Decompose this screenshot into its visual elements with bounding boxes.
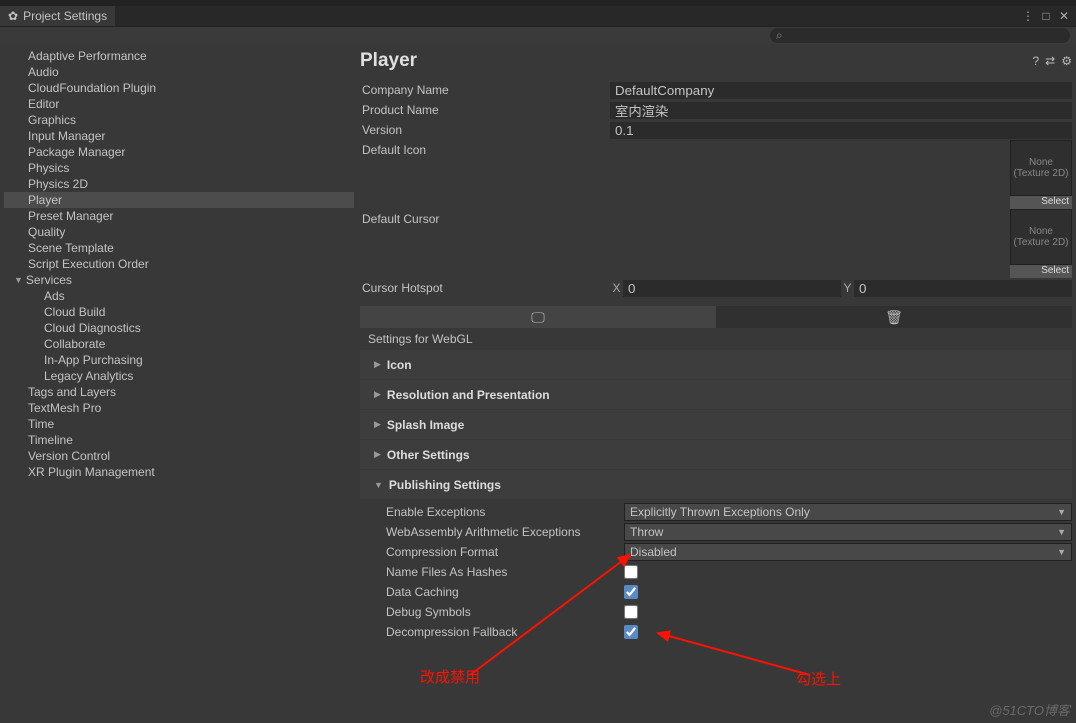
chevron-right-icon: ▶ <box>374 449 381 460</box>
sidebar-item-collaborate[interactable]: Collaborate <box>4 336 354 352</box>
default-cursor-field[interactable]: None (Texture 2D) <box>1010 209 1072 265</box>
close-icon[interactable]: ✕ <box>1056 9 1072 23</box>
sidebar-item-tags-and-layers[interactable]: Tags and Layers <box>4 384 354 400</box>
gear-icon: ✿ <box>8 9 18 23</box>
product-input[interactable] <box>610 102 1072 119</box>
sidebar-item-quality[interactable]: Quality <box>4 224 354 240</box>
decompression-fallback-label: Decompression Fallback <box>386 625 624 639</box>
enable-exceptions-label: Enable Exceptions <box>386 505 624 519</box>
settings-icon[interactable]: ⇄ <box>1045 54 1055 68</box>
sidebar-item-editor[interactable]: Editor <box>4 96 354 112</box>
chevron-right-icon: ▶ <box>374 389 381 400</box>
default-icon-label: Default Icon <box>360 140 610 209</box>
foldout-splash-image[interactable]: ▶Splash Image <box>360 410 1072 439</box>
sidebar-item-cloudfoundation-plugin[interactable]: CloudFoundation Plugin <box>4 80 354 96</box>
sidebar-item-script-execution-order[interactable]: Script Execution Order <box>4 256 354 272</box>
hotspot-y[interactable] <box>854 280 1072 297</box>
watermark: @51CTO博客 <box>989 700 1070 719</box>
settings-for-label: Settings for WebGL <box>360 328 1072 350</box>
sidebar-item-package-manager[interactable]: Package Manager <box>4 144 354 160</box>
chevron-right-icon: ▶ <box>374 419 381 430</box>
sidebar-item-physics-2d[interactable]: Physics 2D <box>4 176 354 192</box>
foldout-icon[interactable]: ▶Icon <box>360 350 1072 379</box>
chevron-right-icon: ▶ <box>374 359 381 370</box>
company-label: Company Name <box>360 83 610 97</box>
y-label: Y <box>841 281 854 295</box>
data-caching-checkbox[interactable] <box>624 585 638 599</box>
gear-icon[interactable]: ⚙ <box>1061 54 1072 68</box>
wasm-exceptions-label: WebAssembly Arithmetic Exceptions <box>386 525 624 539</box>
hotspot-label: Cursor Hotspot <box>360 281 610 295</box>
debug-symbols-checkbox[interactable] <box>624 605 638 619</box>
chevron-down-icon: ▼ <box>374 480 383 490</box>
annotation-a: 改成禁用 <box>420 666 480 687</box>
sidebar-item-textmesh-pro[interactable]: TextMesh Pro <box>4 400 354 416</box>
decompression-fallback-checkbox[interactable] <box>624 625 638 639</box>
select-button[interactable]: Select <box>1010 196 1072 209</box>
sidebar-item-input-manager[interactable]: Input Manager <box>4 128 354 144</box>
default-cursor-label: Default Cursor <box>360 209 610 278</box>
wasm-exceptions-dropdown[interactable]: Throw▼ <box>624 523 1072 541</box>
select-button[interactable]: Select <box>1010 265 1072 278</box>
product-label: Product Name <box>360 103 610 117</box>
sidebar-item-player[interactable]: Player <box>4 192 354 208</box>
sidebar-item-time[interactable]: Time <box>4 416 354 432</box>
page-title: Player <box>360 50 417 72</box>
sidebar: Adaptive PerformanceAudioCloudFoundation… <box>4 48 354 719</box>
chevron-down-icon: ▼ <box>1057 527 1066 537</box>
sidebar-item-in-app-purchasing[interactable]: In-App Purchasing <box>4 352 354 368</box>
window-tab[interactable]: ✿ Project Settings <box>0 6 115 26</box>
enable-exceptions-dropdown[interactable]: Explicitly Thrown Exceptions Only▼ <box>624 503 1072 521</box>
annotation-b: 勾选上 <box>796 668 841 689</box>
monitor-icon: 🖵 <box>531 309 545 326</box>
sidebar-item-xr-plugin-management[interactable]: XR Plugin Management <box>4 464 354 480</box>
sidebar-item-preset-manager[interactable]: Preset Manager <box>4 208 354 224</box>
version-label: Version <box>360 123 610 137</box>
platform-tab-webgl[interactable]: 🗑 <box>716 306 1072 328</box>
foldout-resolution-and-presentation[interactable]: ▶Resolution and Presentation <box>360 380 1072 409</box>
x-label: X <box>610 281 623 295</box>
compression-format-label: Compression Format <box>386 545 624 559</box>
help-icon[interactable]: ? <box>1032 54 1039 68</box>
sidebar-item-scene-template[interactable]: Scene Template <box>4 240 354 256</box>
default-icon-field[interactable]: None (Texture 2D) <box>1010 140 1072 196</box>
chevron-down-icon: ▼ <box>1057 547 1066 557</box>
menu-icon[interactable]: ⋮ <box>1020 9 1036 23</box>
window-title: Project Settings <box>23 9 107 23</box>
maximize-icon[interactable]: □ <box>1038 9 1054 23</box>
sidebar-item-cloud-diagnostics[interactable]: Cloud Diagnostics <box>4 320 354 336</box>
compression-format-dropdown[interactable]: Disabled▼ <box>624 543 1072 561</box>
sidebar-item-services[interactable]: ▼ Services <box>4 272 354 288</box>
foldout-other-settings[interactable]: ▶Other Settings <box>360 440 1072 469</box>
search-icon: ⌕ <box>776 28 783 43</box>
sidebar-item-version-control[interactable]: Version Control <box>4 448 354 464</box>
company-input[interactable] <box>610 82 1072 99</box>
search-input[interactable]: ⌕ <box>770 28 1070 43</box>
sidebar-item-legacy-analytics[interactable]: Legacy Analytics <box>4 368 354 384</box>
chevron-down-icon: ▼ <box>1057 507 1066 517</box>
sidebar-item-ads[interactable]: Ads <box>4 288 354 304</box>
sidebar-item-graphics[interactable]: Graphics <box>4 112 354 128</box>
sidebar-item-audio[interactable]: Audio <box>4 64 354 80</box>
hotspot-x[interactable] <box>623 280 841 297</box>
debug-symbols-label: Debug Symbols <box>386 605 624 619</box>
foldout-publishing-settings[interactable]: ▼Publishing Settings <box>360 470 1072 499</box>
sidebar-item-timeline[interactable]: Timeline <box>4 432 354 448</box>
titlebar: ✿ Project Settings ⋮ □ ✕ <box>0 6 1076 26</box>
version-input[interactable] <box>610 122 1072 139</box>
chevron-down-icon: ▼ <box>14 272 23 288</box>
sidebar-item-cloud-build[interactable]: Cloud Build <box>4 304 354 320</box>
name-files-hashes-checkbox[interactable] <box>624 565 638 579</box>
sidebar-item-adaptive-performance[interactable]: Adaptive Performance <box>4 48 354 64</box>
name-files-hashes-label: Name Files As Hashes <box>386 565 624 579</box>
platform-tab-standalone[interactable]: 🖵 <box>360 306 716 328</box>
webgl-icon: 🗑 <box>885 309 903 326</box>
data-caching-label: Data Caching <box>386 585 624 599</box>
sidebar-item-physics[interactable]: Physics <box>4 160 354 176</box>
